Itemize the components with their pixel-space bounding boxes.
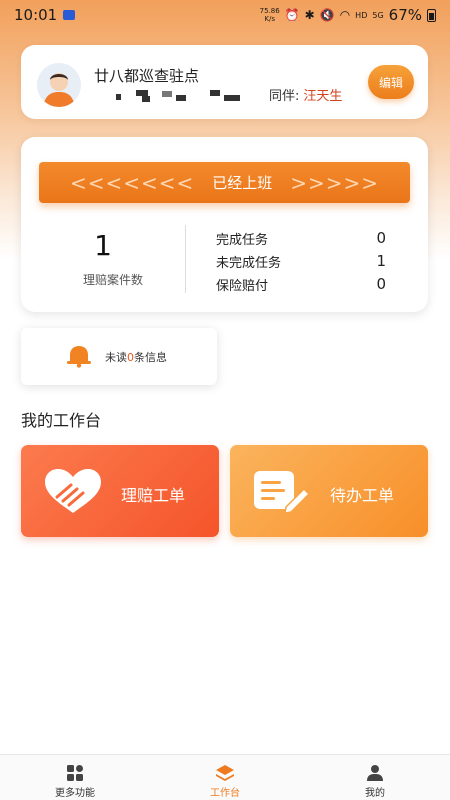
user-icon	[367, 765, 383, 781]
notice-suffix: 条信息	[134, 350, 167, 364]
work-status-card: <<<<<<< 已经上班 >>>>> 1 理赔案件数 完成任务 0 未完成任务 …	[21, 137, 428, 312]
masked-id-redacted	[116, 89, 246, 103]
todo-order-label: 待办工单	[330, 486, 395, 505]
station-name: 廿八都巡查驻点	[94, 67, 200, 85]
arrows-right-icon: >>>>>	[290, 170, 380, 195]
app-notification-icon	[63, 10, 76, 20]
nav-label: 更多功能	[55, 788, 95, 799]
case-count-label: 理赔案件数	[82, 273, 143, 287]
stat-insurance-payout: 保险赔付 0	[216, 275, 386, 294]
network-speed: 75.86 K/s	[260, 7, 280, 23]
status-indicators: 75.86 K/s ⏰ ✱ 🔇 ◠ HD 5G 67%	[260, 6, 436, 24]
unread-messages-text: 未读0条信息	[105, 349, 167, 365]
todo-order-tile[interactable]: 待办工单	[230, 445, 428, 537]
battery-percent: 67%	[388, 6, 422, 24]
partner-name: 汪天生	[303, 89, 343, 104]
layers-icon	[216, 765, 234, 781]
stat-uncompleted-tasks: 未完成任务 1	[216, 252, 386, 271]
edit-document-icon	[254, 471, 311, 514]
stats-divider	[185, 225, 186, 293]
nav-label: 工作台	[210, 788, 240, 799]
partner-label: 同伴:	[269, 89, 300, 104]
network-speed-unit: K/s	[264, 15, 275, 23]
alarm-icon: ⏰	[284, 8, 300, 22]
edit-button[interactable]: 编辑	[368, 65, 414, 99]
grid-icon	[67, 765, 83, 781]
stat-value: 0	[376, 275, 386, 293]
stat-label: 保险赔付	[216, 279, 269, 294]
stat-value: 1	[376, 252, 386, 270]
unread-messages-card[interactable]: 未读0条信息	[21, 328, 217, 385]
hd-label: HD	[355, 10, 368, 20]
partner-info: 同伴: 汪天生	[269, 85, 342, 104]
claims-order-tile[interactable]: 理赔工单	[21, 445, 219, 537]
nav-mine[interactable]: 我的	[300, 755, 450, 800]
network-speed-value: 75.86	[259, 7, 280, 15]
mute-icon: 🔇	[319, 8, 335, 22]
battery-icon	[427, 8, 436, 22]
stat-value: 0	[376, 229, 386, 247]
status-bar: 10:01 75.86 K/s ⏰ ✱ 🔇 ◠ HD 5G 67%	[0, 0, 450, 30]
heart-hands-icon	[45, 469, 101, 513]
nav-more-functions[interactable]: 更多功能	[0, 755, 150, 800]
bell-icon	[67, 346, 91, 368]
clock-status-label: 已经上班	[212, 174, 273, 192]
nav-workbench[interactable]: 工作台	[150, 755, 300, 800]
nav-label: 我的	[365, 788, 385, 799]
unread-count: 0	[127, 350, 134, 364]
workbench-title: 我的工作台	[21, 411, 102, 430]
claims-order-label: 理赔工单	[121, 486, 186, 505]
signal-label: 5G	[372, 10, 384, 20]
notice-prefix: 未读	[105, 350, 127, 364]
avatar-person-icon	[37, 63, 81, 107]
stat-label: 未完成任务	[216, 256, 282, 271]
profile-card: 廿八都巡查驻点 同伴: 汪天生 编辑	[21, 45, 428, 119]
wifi-icon: ◠	[339, 8, 351, 22]
stat-label: 完成任务	[216, 233, 269, 248]
case-count: 1	[94, 229, 112, 262]
bluetooth-icon: ✱	[304, 8, 315, 22]
avatar	[37, 63, 81, 107]
clock-time: 10:01	[14, 6, 58, 24]
arrows-left-icon: <<<<<<<	[69, 170, 195, 195]
stat-completed-tasks: 完成任务 0	[216, 229, 386, 248]
bottom-navigation: 更多功能 工作台 我的	[0, 754, 450, 800]
clock-in-button[interactable]: <<<<<<< 已经上班 >>>>>	[39, 162, 410, 203]
